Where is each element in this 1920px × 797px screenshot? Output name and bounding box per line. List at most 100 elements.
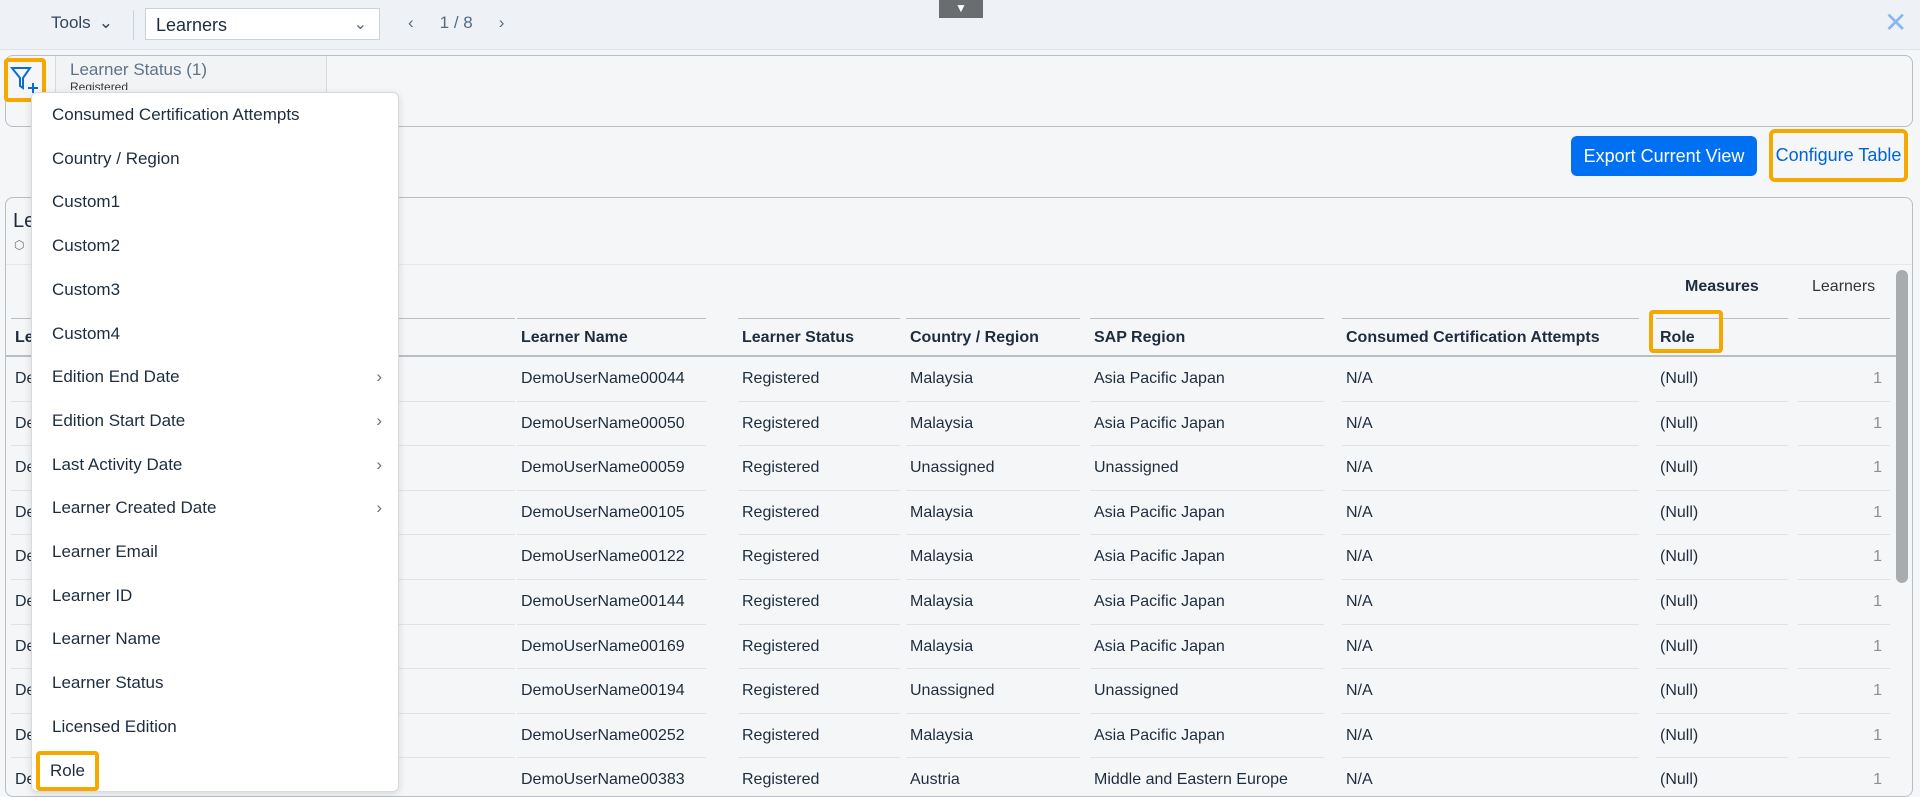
learners-header: Learners (1812, 278, 1876, 295)
column-header[interactable]: Learner Name (517, 318, 706, 356)
role-column-highlight (1649, 310, 1723, 353)
menu-item[interactable]: Custom4 (32, 312, 398, 355)
table-cell: Registered (738, 714, 900, 759)
table-cell: DemoUserName00144 (517, 580, 706, 625)
menu-item[interactable]: Last Activity Date › (32, 443, 398, 486)
chevron-right-icon: › (376, 498, 382, 518)
table-cell: 1 (1798, 446, 1890, 491)
table-cell: Unassigned (1090, 446, 1324, 491)
table-cell: (Null) (1656, 580, 1788, 625)
table-cell: N/A (1342, 669, 1639, 714)
column-header[interactable]: SAP Region (1090, 318, 1324, 356)
table-cell: Registered (738, 625, 900, 670)
table-cell: 1 (1798, 580, 1890, 625)
table-cell: Malaysia (906, 491, 1080, 536)
menu-item[interactable]: Country / Region (32, 137, 398, 180)
table-cell: Unassigned (906, 446, 1080, 491)
menu-item-label: Custom3 (52, 279, 121, 299)
table-cell: Asia Pacific Japan (1090, 357, 1324, 402)
menu-item[interactable]: Learner Name (32, 617, 398, 660)
column-header[interactable]: Consumed Certification Attempts (1342, 318, 1639, 356)
menu-item-label: Learner Status (52, 673, 164, 693)
measures-header: Measures (1685, 278, 1759, 295)
table-cell: 1 (1798, 714, 1890, 759)
menu-item[interactable]: Role (32, 749, 398, 792)
table-cell: N/A (1342, 402, 1639, 447)
filter-token-learner-status[interactable]: Learner Status (1) Registered (55, 56, 327, 96)
table-cell: N/A (1342, 714, 1639, 759)
table-cell: 1 (1798, 491, 1890, 536)
table-cell: DemoUserName00194 (517, 669, 706, 714)
collapse-header-button[interactable]: ▼ (939, 0, 983, 18)
chevron-right-icon: › (376, 367, 382, 387)
tools-label: Tools (51, 13, 91, 32)
table-cell: (Null) (1656, 714, 1788, 759)
chevron-right-icon: › (376, 454, 382, 474)
table-cell: DemoUserName00122 (517, 535, 706, 580)
menu-item[interactable]: Learner Status (32, 661, 398, 704)
table-cell: Registered (738, 535, 900, 580)
menu-item-label: Learner Email (52, 542, 158, 561)
menu-item[interactable]: Learner Created Date › (32, 486, 398, 529)
table-cell: 1 (1798, 669, 1890, 714)
table-cell: 1 (1798, 625, 1890, 670)
model-icon: ⬡ (14, 238, 25, 252)
menu-item-label: Last Activity Date (52, 454, 183, 474)
column-header[interactable]: Learner Status (738, 318, 900, 356)
table-cell: Asia Pacific Japan (1090, 535, 1324, 580)
table-cell: Asia Pacific Japan (1090, 491, 1324, 536)
menu-item-label: Role (36, 750, 99, 791)
menu-item[interactable]: Learner Email (32, 530, 398, 573)
table-cell: (Null) (1656, 535, 1788, 580)
page-indicator: 1 / 8 (439, 13, 473, 32)
table-cell: Registered (738, 669, 900, 714)
next-page-button[interactable]: › (499, 13, 505, 33)
menu-item-label: Edition Start Date (52, 410, 186, 430)
table-cell: (Null) (1656, 402, 1788, 447)
close-icon[interactable]: ✕ (1884, 6, 1907, 39)
table-cell: (Null) (1656, 357, 1788, 402)
menu-item-label: Consumed Certification Attempts (52, 105, 300, 124)
menu-item-label: Country / Region (52, 148, 180, 168)
menu-item[interactable]: Edition Start Date › (32, 399, 398, 442)
menu-item[interactable]: Licensed Edition (32, 705, 398, 748)
menu-item-label: Edition End Date (52, 367, 180, 387)
table-cell: Registered (738, 402, 900, 447)
menu-item[interactable]: Edition End Date › (32, 355, 398, 398)
chevron-right-icon: › (376, 410, 382, 430)
menu-item[interactable]: Custom1 (32, 180, 398, 223)
table-cell: 1 (1798, 357, 1890, 402)
menu-item[interactable]: Learner ID (32, 574, 398, 617)
story-select[interactable]: Learners ⌄ (145, 8, 380, 40)
menu-item-label: Custom1 (52, 192, 121, 212)
menu-item-label: Licensed Edition (52, 716, 177, 736)
configure-table-button[interactable]: Configure Table (1769, 129, 1908, 182)
table-cell: Registered (738, 580, 900, 625)
toolbar-divider (133, 10, 134, 40)
menu-item-label: Custom4 (52, 323, 121, 343)
table-cell: (Null) (1656, 446, 1788, 491)
menu-item[interactable]: Custom3 (32, 268, 398, 311)
vertical-scrollbar[interactable] (1896, 270, 1908, 583)
column-header[interactable]: Country / Region (906, 318, 1080, 356)
table-cell: Asia Pacific Japan (1090, 714, 1324, 759)
table-cell: Asia Pacific Japan (1090, 625, 1324, 670)
table-cell: Unassigned (1090, 669, 1324, 714)
menu-item[interactable]: Consumed Certification Attempts (32, 93, 398, 136)
column-header[interactable] (1798, 318, 1890, 356)
table-cell: Asia Pacific Japan (1090, 402, 1324, 447)
table-cell: Malaysia (906, 580, 1080, 625)
table-cell: Middle and Eastern Europe (1090, 758, 1324, 796)
export-current-view-button[interactable]: Export Current View (1571, 136, 1757, 176)
table-cell: Malaysia (906, 402, 1080, 447)
table-cell: Malaysia (906, 357, 1080, 402)
table-cell: Registered (738, 491, 900, 536)
previous-page-button[interactable]: ‹ (408, 13, 414, 33)
table-cell: N/A (1342, 446, 1639, 491)
table-cell: 1 (1798, 402, 1890, 447)
menu-item[interactable]: Custom2 (32, 224, 398, 267)
menu-item-label: Learner Created Date (52, 498, 217, 518)
top-toolbar: Tools ⌄ Learners ⌄ ‹ 1 / 8 › ▼ ✕ (0, 0, 1920, 50)
add-filter-dimension-menu: Consumed Certification Attempts Country /… (31, 92, 399, 792)
tools-menu-button[interactable]: Tools ⌄ (51, 13, 113, 33)
